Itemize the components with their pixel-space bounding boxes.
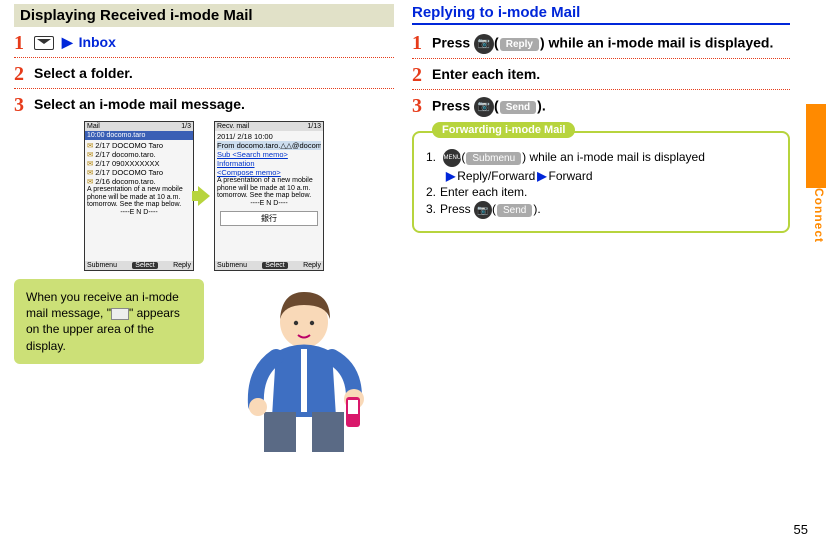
- softkey-mid: Select: [262, 262, 287, 269]
- fwd-text: Enter each item.: [440, 185, 527, 199]
- step-text: Select a folder.: [34, 64, 394, 84]
- person-illustration: [204, 279, 394, 449]
- screen-page: 1/13: [307, 123, 321, 130]
- side-tab: [806, 104, 826, 188]
- reply-button-label: Reply: [500, 38, 539, 51]
- fwd-num: 2.: [426, 185, 440, 199]
- fwd-text: while an i-mode mail is displayed: [526, 150, 705, 164]
- softkey-right: Reply: [303, 262, 321, 269]
- right-section-title: Replying to i-mode Mail: [412, 4, 580, 21]
- arrow-icon: ▶: [446, 169, 455, 183]
- screen-sub-link: Sub <Search memo>: [217, 150, 288, 159]
- softkey-mid: Select: [132, 262, 157, 269]
- step-text: Select an i-mode mail message.: [34, 95, 394, 115]
- screen-end: ----E N D----: [217, 200, 321, 208]
- list-item: ✉2/17 DOCOMO Taro: [87, 141, 191, 150]
- softkey-left: Submenu: [87, 262, 117, 269]
- arrow-icon: ▶: [62, 34, 73, 50]
- camera-button-icon: 📷: [474, 34, 494, 54]
- camera-button-icon: 📷: [474, 201, 492, 219]
- step-text: while an i-mode mail is displayed.: [545, 35, 774, 51]
- divider: [412, 89, 790, 90]
- screen-selected-row: 10:00 docomo.taro: [85, 131, 193, 140]
- screen-body: A presentation of a new mobile phone wil…: [217, 177, 321, 200]
- screen-title: Mail: [87, 123, 100, 130]
- softkey-right: Reply: [173, 262, 191, 269]
- fwd-text: Press: [440, 202, 474, 216]
- mail-envelope-icon: [34, 36, 54, 50]
- right-step-2: 2 Enter each item.: [412, 65, 790, 85]
- fwd-num: 3.: [426, 202, 440, 216]
- divider: [14, 88, 394, 89]
- camera-button-icon: 📷: [474, 97, 494, 117]
- send-button-label: Send: [497, 204, 532, 217]
- submenu-button-label: Submenu: [466, 152, 521, 165]
- phone-screen-list: Mail 1/3 10:00 docomo.taro ✉2/17 DOCOMO T…: [84, 121, 194, 271]
- list-item: ✉2/17 090XXXXXXX: [87, 159, 191, 168]
- phone-screen-detail: Recv. mail 1/13 2011/ 2/18 10:00 From doc…: [214, 121, 324, 271]
- screen-info-link: Information: [217, 159, 255, 168]
- arrow-icon: ▶: [537, 169, 546, 183]
- send-button-label: Send: [500, 101, 536, 114]
- fwd-text: Forward: [549, 169, 593, 183]
- list-item: ✉2/17 DOCOMO Taro: [87, 168, 191, 177]
- forward-box-title: Forwarding i-mode Mail: [432, 122, 575, 138]
- screen-banner: 銀行: [220, 211, 318, 226]
- screen-compose-link: <Compose memo>: [217, 168, 281, 177]
- tip-callout: When you receive an i-mode mail message,…: [14, 279, 204, 364]
- screen-end: ----E N D----: [87, 209, 191, 217]
- screen-title: Recv. mail: [217, 123, 249, 130]
- right-section-title-wrap: Replying to i-mode Mail: [412, 4, 790, 25]
- right-step-1: 1 Press 📷(Reply) while an i-mode mail is…: [412, 33, 790, 54]
- page-number: 55: [794, 522, 808, 537]
- step-number: 2: [412, 65, 428, 85]
- left-step-1: 1 ▶ Inbox: [14, 33, 394, 53]
- fwd-num: 1.: [426, 150, 440, 164]
- menu-button-icon: MENU: [443, 149, 461, 167]
- step-number: 3: [412, 96, 428, 117]
- divider: [412, 58, 790, 59]
- chevron-right-icon: [198, 186, 210, 206]
- forward-box: Forwarding i-mode Mail 1. MENU(Submenu) …: [412, 131, 790, 233]
- step-number: 2: [14, 64, 30, 84]
- screen-body: A presentation of a new mobile phone wil…: [87, 186, 191, 209]
- step-text: Press: [432, 98, 474, 114]
- phone-screens: Mail 1/3 10:00 docomo.taro ✉2/17 DOCOMO T…: [14, 121, 394, 271]
- list-item: ✉2/17 docomo.taro.: [87, 150, 191, 159]
- left-step-3: 3 Select an i-mode mail message.: [14, 95, 394, 115]
- step-text: Press: [432, 35, 474, 51]
- divider: [14, 57, 394, 58]
- mail-icon: [111, 308, 129, 320]
- left-step-2: 2 Select a folder.: [14, 64, 394, 84]
- screen-page: 1/3: [181, 123, 191, 130]
- softkey-left: Submenu: [217, 262, 247, 269]
- step-number: 1: [412, 33, 428, 54]
- list-item: ✉2/16 docomo.taro.: [87, 177, 191, 186]
- step-text: Enter each item.: [432, 65, 790, 85]
- right-step-3: 3 Press 📷(Send).: [412, 96, 790, 117]
- left-section-title: Displaying Received i-mode Mail: [14, 4, 394, 27]
- side-tab-label: Connect: [808, 188, 826, 243]
- step-text: .: [542, 98, 546, 114]
- fwd-text: .: [537, 202, 540, 216]
- screen-from: From docomo.taro.△△@docom: [217, 141, 321, 150]
- step-number: 1: [14, 33, 30, 53]
- inbox-label: Inbox: [79, 34, 116, 50]
- step-number: 3: [14, 95, 30, 115]
- screen-date: 2011/ 2/18 10:00: [217, 132, 321, 141]
- fwd-text: Reply/Forward: [457, 169, 535, 183]
